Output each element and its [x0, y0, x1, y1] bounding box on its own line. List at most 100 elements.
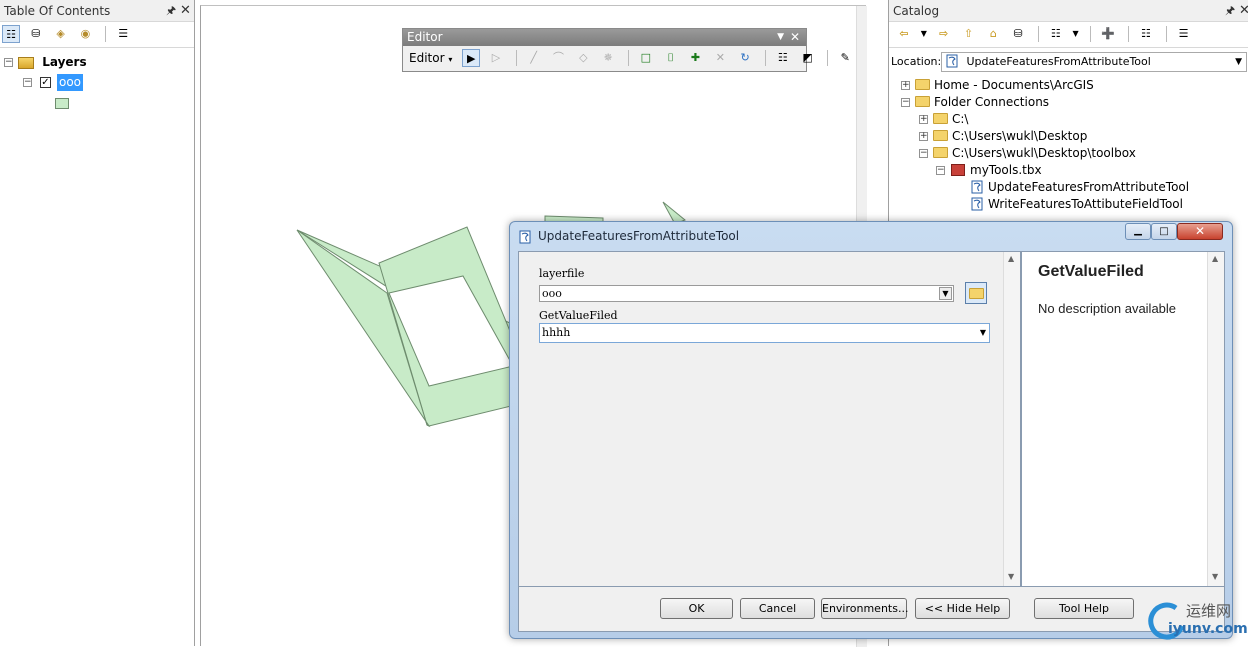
tool-dialog[interactable]: UpdateFeaturesFromAttributeTool ▁ □ ✕ la… [509, 221, 1233, 639]
toolbar-separator [827, 50, 829, 66]
tree-item-toolbox-folder[interactable]: C:\Users\wukl\Desktop\toolbox [933, 145, 1136, 162]
options-icon[interactable]: ☰ [114, 25, 132, 43]
getvaluefiled-combobox[interactable]: hhhh ▼ [539, 323, 990, 343]
catalog-toolbar: ⇦ ▼ ⇨ ⇧ ⌂ ⛁ ☷ ▼ ➕ ☷ ☰ [889, 22, 1248, 48]
list-by-selection-icon[interactable]: ◉ [76, 25, 94, 43]
catalog-options-icon[interactable]: ☰ [1175, 25, 1193, 43]
cancel-button[interactable]: Cancel [740, 598, 815, 619]
expand-mytools-icon[interactable]: − [936, 166, 945, 175]
scroll-up-icon[interactable]: ▲ [1212, 254, 1218, 263]
sketch-properties-icon[interactable]: ◩ [799, 49, 817, 67]
list-by-visibility-icon[interactable]: ◈ [52, 25, 70, 43]
view-options-icon[interactable]: ☷ [1047, 25, 1065, 43]
pin-icon[interactable]: 🖈 [166, 0, 176, 22]
folder-icon [933, 130, 948, 141]
back-dropdown-icon[interactable]: ▼ [920, 25, 928, 43]
minimize-button[interactable]: ▁ [1125, 223, 1151, 240]
help-text: No description available [1038, 301, 1177, 316]
tree-item-label: WriteFeaturesToAttibuteFieldTool [988, 197, 1183, 211]
location-bar: Location: UpdateFeaturesFromAttributeToo… [889, 51, 1248, 73]
help-scrollbar[interactable]: ▲ ▼ [1207, 252, 1224, 586]
tree-item-desktop[interactable]: C:\Users\wukl\Desktop [933, 128, 1087, 145]
tree-item-c-drive[interactable]: C:\ [933, 111, 968, 128]
layers-root[interactable]: Layers [18, 54, 87, 71]
split-tool-icon[interactable]: ✕ [711, 49, 729, 67]
edit-vertices-icon[interactable]: □ [637, 49, 655, 67]
browse-folder-button[interactable] [965, 282, 987, 304]
getvaluefiled-dropdown-icon[interactable]: ▼ [980, 324, 986, 342]
edit-annotation-tool-icon[interactable]: ▷ [487, 49, 505, 67]
layer-symbol-swatch[interactable] [55, 98, 69, 109]
parameters-pane: layerfile ooo ▼ GetValueFiled hhhh ▼ ▲ ▼ [518, 251, 1021, 587]
dialog-title-bar[interactable]: UpdateFeaturesFromAttributeTool ▁ □ ✕ [510, 222, 1232, 250]
rotate-tool-icon[interactable]: ↻ [736, 49, 754, 67]
tree-item-label: C:\ [952, 112, 969, 126]
list-by-drawing-order-icon[interactable]: ☷ [2, 25, 20, 43]
home-icon[interactable]: ⌂ [984, 25, 1002, 43]
edit-tool-icon[interactable]: ▶ [462, 49, 481, 67]
expand-c-drive-icon[interactable]: + [919, 115, 928, 124]
toolbox-icon [951, 163, 965, 176]
pin-icon[interactable]: 🖈 [1225, 0, 1235, 22]
editor-toolbar-title: Editor [407, 30, 443, 44]
tree-item-mytools-tbx[interactable]: myTools.tbx [951, 162, 1042, 179]
create-features-icon[interactable]: ✎ [836, 49, 854, 67]
tree-item-write-tool[interactable]: WriteFeaturesToAttibuteFieldTool [971, 196, 1183, 213]
layerfile-dropdown-icon[interactable]: ▼ [939, 287, 952, 300]
tree-item-label: Home - Documents\ArcGIS [934, 78, 1094, 92]
ok-button[interactable]: OK [660, 598, 733, 619]
scroll-up-icon[interactable]: ▲ [1008, 254, 1014, 263]
forward-arrow-icon[interactable]: ⇨ [935, 25, 953, 43]
script-tool-icon [946, 54, 958, 68]
close-button[interactable]: ✕ [1177, 223, 1223, 240]
catalog-title: Catalog [893, 4, 940, 18]
default-geodatabase-icon[interactable]: ⛁ [1009, 25, 1027, 43]
trace-icon[interactable]: ◇ [574, 49, 592, 67]
end-point-arc-icon[interactable]: ⌒ [550, 49, 568, 67]
toggle-contents-icon[interactable]: ☷ [1137, 25, 1155, 43]
close-icon[interactable]: ✕ [180, 0, 191, 22]
editor-menu[interactable]: Editor ▾ [409, 51, 452, 65]
expand-layers-icon[interactable]: − [4, 58, 13, 67]
expand-home-icon[interactable]: + [901, 81, 910, 90]
tree-item-folder-connections[interactable]: Folder Connections [915, 94, 1049, 111]
location-combobox[interactable]: UpdateFeaturesFromAttributeTool ▼ [941, 52, 1247, 72]
view-dropdown-icon[interactable]: ▼ [1072, 25, 1080, 43]
parameters-scrollbar[interactable]: ▲ ▼ [1003, 252, 1020, 586]
tree-item-update-tool[interactable]: UpdateFeaturesFromAttributeTool [971, 179, 1189, 196]
toolbar-close-icon[interactable]: ✕ [790, 29, 800, 46]
editor-toolbar-titlebar[interactable]: Editor ▼ ✕ [403, 29, 806, 46]
point-icon[interactable]: ✵ [599, 49, 617, 67]
attributes-icon[interactable]: ☷ [774, 49, 792, 67]
up-one-level-icon[interactable]: ⇧ [959, 25, 977, 43]
reshape-feature-icon[interactable]: ⌷ [662, 49, 680, 67]
layerfile-combobox[interactable]: ooo ▼ [539, 285, 954, 302]
connect-folder-icon[interactable]: ➕ [1099, 25, 1117, 43]
layers-label: Layers [42, 55, 87, 69]
toc-panel: Table Of Contents 🖈 ✕ ☷ ⛁ ◈ ◉ ☰ − Layers… [0, 0, 195, 646]
expand-desktop-icon[interactable]: + [919, 132, 928, 141]
scroll-down-icon[interactable]: ▼ [1008, 572, 1014, 581]
tree-item-home[interactable]: Home - Documents\ArcGIS [915, 77, 1094, 94]
hide-help-button[interactable]: << Hide Help [915, 598, 1010, 619]
tool-help-button[interactable]: Tool Help [1034, 598, 1134, 619]
maximize-button[interactable]: □ [1151, 223, 1177, 240]
editor-tools-row: Editor ▾ ▶ ▷ ╱ ⌒ ◇ ✵ □ ⌷ ✚ ✕ ↻ ☷ ◩ ✎ [403, 46, 850, 71]
expand-toolbox-folder-icon[interactable]: − [919, 149, 928, 158]
back-arrow-icon[interactable]: ⇦ [895, 25, 913, 43]
toc-title: Table Of Contents [4, 4, 111, 18]
scroll-down-icon[interactable]: ▼ [1212, 572, 1218, 581]
straight-segment-icon[interactable]: ╱ [525, 49, 543, 67]
list-by-source-icon[interactable]: ⛁ [27, 25, 45, 43]
editor-toolbar[interactable]: Editor ▼ ✕ Editor ▾ ▶ ▷ ╱ ⌒ ◇ ✵ □ ⌷ ✚ ✕ … [402, 28, 850, 72]
layer-visibility-checkbox[interactable]: ✓ [40, 77, 51, 88]
environments-button[interactable]: Environments... [821, 598, 908, 619]
expand-layer-icon[interactable]: − [23, 78, 32, 87]
dialog-title: UpdateFeaturesFromAttributeTool [538, 229, 740, 243]
cut-polygons-icon[interactable]: ✚ [686, 49, 704, 67]
location-dropdown-icon[interactable]: ▼ [1235, 53, 1242, 71]
layer-name[interactable]: ooo [57, 74, 84, 91]
toolbar-options-icon[interactable]: ▼ [777, 29, 784, 46]
close-icon[interactable]: ✕ [1239, 0, 1248, 22]
expand-folder-connections-icon[interactable]: − [901, 98, 910, 107]
